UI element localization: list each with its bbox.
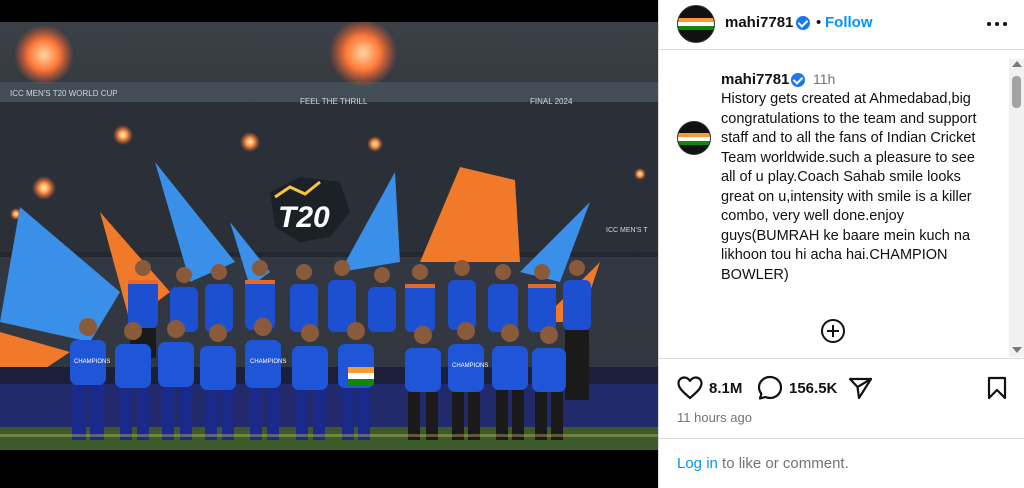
firework-icon (329, 22, 397, 87)
jersey-text: CHAMPIONS (250, 359, 286, 365)
scroll-up-arrow-icon[interactable] (1012, 61, 1022, 67)
team-celebration-photo: ICC MEN'S T20 WORLD CUP FEEL THE THRILL … (0, 22, 658, 450)
caption-text: History gets created at Ahmedabad,big co… (721, 91, 977, 283)
post-photo[interactable]: ICC MEN'S T20 WORLD CUP FEEL THE THRILL … (0, 22, 658, 450)
stadium-banner-text: ICC MEN'S T (606, 227, 648, 234)
caption-username[interactable]: mahi7781 (721, 71, 789, 88)
login-prompt: Log in to like or comment. (677, 455, 849, 472)
comment-icon[interactable] (757, 375, 783, 401)
follow-button[interactable]: Follow (825, 14, 873, 31)
like-count[interactable]: 8.1M (709, 380, 742, 397)
jersey-text: CHAMPIONS (452, 363, 488, 369)
stadium-banner-text: ICC MEN'S T20 WORLD CUP (10, 89, 118, 98)
profile-username[interactable]: mahi7781 (725, 14, 793, 31)
firework-icon (14, 25, 74, 85)
caption-time[interactable]: 11h (813, 71, 835, 87)
jersey-text: CHAMPIONS (74, 359, 110, 365)
caption-avatar[interactable] (677, 121, 711, 155)
more-icon[interactable] (987, 14, 1007, 34)
login-link[interactable]: Log in (677, 455, 718, 472)
login-footer: Log in to like or comment. (659, 438, 1024, 488)
post-side-panel: mahi7781 • Follow mahi7781 11h History g… (658, 0, 1024, 488)
post-header: mahi7781 • Follow (659, 0, 1024, 50)
t20-logo-text: T20 (278, 201, 330, 234)
media-letterbox-top (0, 0, 658, 22)
stadium-banner-text: FEEL THE THRILL (300, 97, 368, 106)
caption-area: mahi7781 11h History gets created at Ahm… (659, 51, 1024, 359)
share-icon[interactable] (848, 376, 873, 400)
comment-count[interactable]: 156.5K (789, 380, 837, 397)
verified-badge-icon (791, 73, 805, 87)
heart-icon[interactable] (677, 376, 703, 400)
login-prompt-text: to like or comment. (717, 455, 849, 472)
post-timestamp[interactable]: 11 hours ago (677, 410, 752, 425)
stadium-banner-text: FINAL 2024 (530, 97, 573, 106)
scroll-down-arrow-icon[interactable] (1012, 347, 1022, 353)
profile-avatar[interactable] (677, 5, 715, 43)
media-letterbox-bottom (0, 450, 658, 488)
add-comment-icon[interactable] (821, 319, 845, 343)
caption-scrollbar[interactable] (1009, 59, 1024, 357)
scrollbar-thumb[interactable] (1012, 76, 1021, 108)
bookmark-icon[interactable] (987, 376, 1007, 400)
separator-dot: • (816, 14, 822, 31)
verified-badge-icon (796, 16, 810, 30)
indian-flag (348, 367, 374, 385)
